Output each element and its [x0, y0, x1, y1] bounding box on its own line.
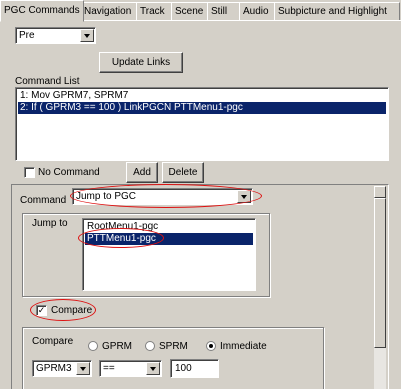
- gprm-radio-label: GPRM: [102, 341, 132, 352]
- compare-group-label: Compare: [30, 336, 76, 347]
- tab-still[interactable]: Still: [207, 2, 240, 20]
- jump-to-item-selected[interactable]: PTTMenu1-pgc: [85, 233, 253, 245]
- delete-button[interactable]: Delete: [162, 162, 204, 183]
- tab-audio[interactable]: Audio: [239, 2, 278, 20]
- command-select-value: Jump to PGC: [76, 191, 137, 202]
- tab-subpicture-highlight[interactable]: Subpicture and Highlight: [274, 2, 400, 20]
- pre-post-select-value: Pre: [19, 30, 35, 41]
- tab-strip: PGC Commands Navigation Track Scene Stil…: [0, 0, 401, 22]
- command-list-item[interactable]: 1: Mov GPRM7, SPRM7: [18, 90, 386, 102]
- tab-pgc-commands[interactable]: PGC Commands: [0, 0, 84, 22]
- tab-track[interactable]: Track: [136, 2, 175, 20]
- compare-register-select[interactable]: GPRM3: [32, 360, 92, 377]
- gprm-radio[interactable]: [88, 341, 98, 351]
- command-list-label: Command List: [15, 76, 80, 87]
- check-icon: ✓: [37, 305, 46, 315]
- immediate-radio-label: Immediate: [220, 341, 267, 352]
- compare-operator-value: ==: [103, 363, 115, 374]
- chevron-down-icon[interactable]: [237, 190, 251, 203]
- update-links-button[interactable]: Update Links: [99, 52, 183, 73]
- sprm-radio[interactable]: [145, 341, 155, 351]
- command-label: Command: [20, 195, 67, 206]
- pgc-commands-window: PGC Commands Navigation Track Scene Stil…: [0, 0, 401, 389]
- command-list-item-selected[interactable]: 2: If ( GPRM3 == 100 ) LinkPGCN PTTMenu1…: [18, 102, 386, 114]
- no-command-checkbox[interactable]: [24, 167, 35, 178]
- no-command-label: No Command: [38, 167, 100, 178]
- chevron-down-icon[interactable]: [80, 29, 94, 42]
- command-list[interactable]: 1: Mov GPRM7, SPRM7 2: If ( GPRM3 == 100…: [15, 87, 389, 161]
- add-button[interactable]: Add: [126, 162, 158, 183]
- tab-navigation[interactable]: Navigation: [80, 2, 140, 20]
- command-select[interactable]: Jump to PGC: [72, 188, 253, 205]
- chevron-down-icon[interactable]: [146, 362, 160, 375]
- immediate-radio[interactable]: [206, 341, 216, 351]
- scroll-thumb[interactable]: [374, 198, 386, 348]
- compare-checkbox-label: Compare: [51, 305, 93, 316]
- scroll-up-button[interactable]: [374, 186, 386, 198]
- pre-post-select[interactable]: Pre: [15, 27, 96, 44]
- jump-to-item[interactable]: RootMenu1-pgc: [85, 221, 253, 233]
- compare-value-text: 100: [175, 363, 192, 374]
- compare-register-value: GPRM3: [36, 363, 72, 374]
- compare-checkbox[interactable]: ✓: [36, 305, 47, 316]
- jump-to-list[interactable]: RootMenu1-pgc PTTMenu1-pgc: [82, 218, 256, 291]
- details-scrollbar[interactable]: [374, 186, 386, 389]
- compare-operator-select[interactable]: ==: [99, 360, 162, 377]
- chevron-down-icon[interactable]: [76, 362, 90, 375]
- sprm-radio-label: SPRM: [159, 341, 188, 352]
- jump-to-label: Jump to: [30, 218, 70, 229]
- compare-value-input[interactable]: 100: [170, 359, 219, 378]
- tab-scene[interactable]: Scene: [171, 2, 211, 20]
